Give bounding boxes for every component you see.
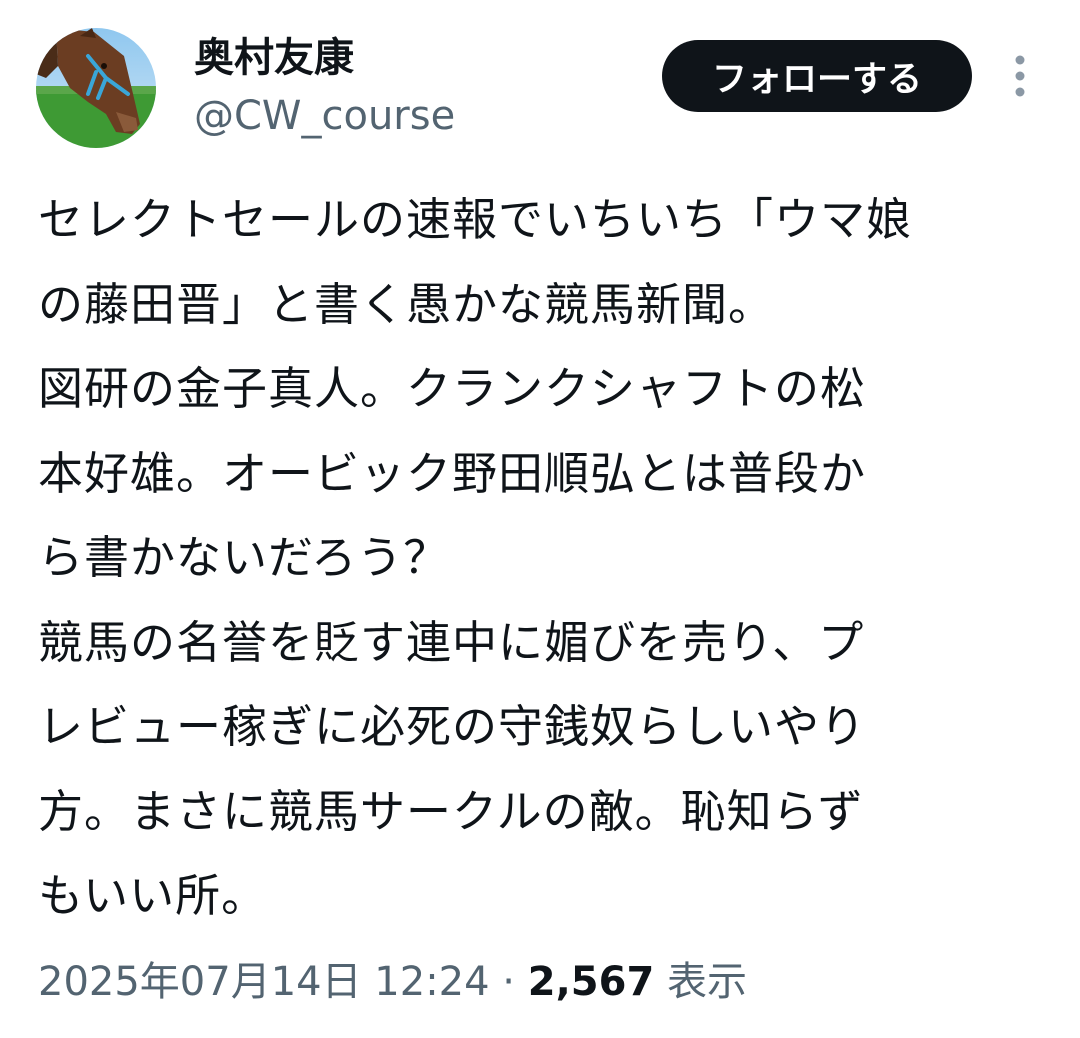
tweet-text-line: 競馬の名誉を貶す連中に媚びを売り、プ	[38, 615, 865, 669]
tweet-text-line: ら書かないだろう？	[38, 531, 450, 584]
tweet-text-line: の藤田晋」と書く愚かな競馬新聞。	[38, 277, 775, 331]
tweet-text-line: 本好雄。オービック野田順弘とは普段か	[38, 446, 867, 500]
meta-separator: ·	[489, 959, 528, 1005]
views-label[interactable]: 表示	[654, 959, 747, 1005]
tweet-text-line: 図研の金子真人。クランクシャフトの松	[38, 362, 867, 415]
tweet-text: セレクトセールの速報でいちいち「ウマ娘 の藤田晋」と書く愚かな競馬新聞。 図研の…	[38, 178, 1048, 939]
views-count[interactable]: 2,567	[528, 959, 655, 1005]
tweet-text-line: レビュー稼ぎに必死の守銭奴らしいやり	[38, 700, 867, 753]
follow-button[interactable]: フォローする	[662, 40, 972, 112]
tweet-header: 奥村友康 @CW_course フォローする	[0, 0, 1080, 160]
author-handle[interactable]: @CW_course	[194, 88, 455, 144]
tweet-text-line: もいい所。	[38, 869, 268, 922]
tweet-meta: 2025年07月14日 12:24 · 2,567 表示	[38, 952, 747, 1012]
tweet-text-line: 方。まさに競馬サークルの敵。恥知らず	[38, 784, 864, 838]
avatar[interactable]	[36, 28, 156, 148]
author-display-name[interactable]: 奥村友康	[194, 30, 354, 86]
vertical-dots-icon[interactable]	[1000, 52, 1040, 100]
tweet-timestamp[interactable]: 2025年07月14日 12:24	[38, 959, 490, 1005]
horse-avatar-image	[36, 28, 156, 148]
tweet-text-line: セレクトセールの速報でいちいち「ウマ娘	[38, 193, 913, 246]
